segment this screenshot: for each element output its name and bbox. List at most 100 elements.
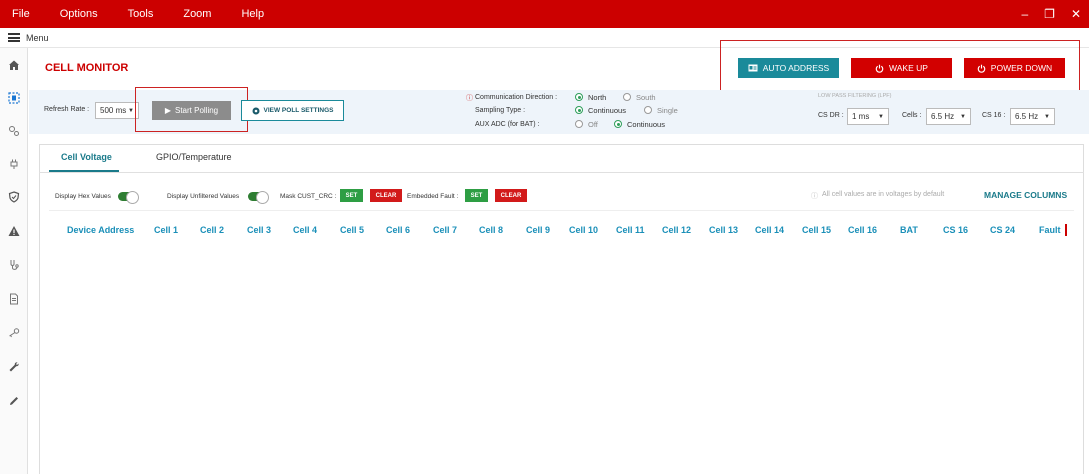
cs16-select[interactable]: 6.5 Hz ▼ (1010, 108, 1055, 125)
minimize-icon[interactable]: – (1021, 7, 1028, 21)
view-poll-settings-label: VIEW POLL SETTINGS (263, 107, 334, 114)
title-bar: File Options Tools Zoom Help – ❐ ✕ (0, 0, 1089, 28)
cells-label: Cells : (902, 112, 922, 119)
radio-single[interactable] (644, 106, 652, 114)
display-unfiltered-toggle[interactable] (248, 191, 269, 204)
tab-gpio-temperature[interactable]: GPIO/Temperature (156, 152, 232, 162)
radio-aux-off[interactable] (575, 120, 583, 128)
radio-north[interactable] (575, 93, 583, 101)
mask-crc-label: Mask CUST_CRC : (280, 193, 337, 200)
caret-down-icon: ▼ (960, 113, 966, 120)
column-header-cell-4: Cell 4 (293, 225, 318, 235)
sampling-type-label: Sampling Type : (475, 107, 526, 114)
tab-divider (39, 172, 1084, 173)
column-header-cell-14: Cell 14 (755, 225, 785, 235)
sidebar (0, 48, 28, 474)
manage-columns-link[interactable]: MANAGE COLUMNS (984, 190, 1067, 200)
warning-icon[interactable] (7, 224, 21, 238)
page-title: CELL MONITOR (45, 62, 129, 74)
plug-icon[interactable] (7, 157, 21, 171)
aux-off-label: Off (588, 120, 598, 129)
mask-crc-clear-button[interactable]: CLEAR (370, 189, 402, 202)
stethoscope-icon[interactable] (7, 258, 21, 272)
radio-aux-continuous[interactable] (614, 120, 622, 128)
column-header-cell-13: Cell 13 (709, 225, 739, 235)
radio-south[interactable] (623, 93, 631, 101)
close-icon[interactable]: ✕ (1071, 7, 1081, 21)
lpf-title: LOW PASS FILTERING (LPF) (818, 93, 892, 99)
column-header-cell-11: Cell 11 (616, 225, 645, 235)
menu-help[interactable]: Help (229, 8, 264, 20)
refresh-rate-select[interactable]: 500 ms ▼ (95, 102, 139, 119)
column-header-cell-5: Cell 5 (340, 225, 365, 235)
aux-adc-label: AUX ADC (for BAT) : (475, 121, 540, 128)
highlight-box-start-polling (135, 87, 248, 132)
column-header-cs-16: CS 16 (943, 225, 969, 235)
eye-icon (252, 107, 260, 114)
embedded-fault-label: Embedded Fault : (407, 193, 459, 200)
display-unfiltered-label: Display Unfiltered Values (167, 193, 240, 200)
cs-dr-value: 1 ms (852, 112, 870, 121)
column-header-cell-12: Cell 12 (662, 225, 692, 235)
info-circle-icon: ⓘ (811, 193, 818, 200)
cell-monitor-icon[interactable] (7, 91, 21, 105)
column-header-cell-9: Cell 9 (526, 225, 551, 235)
column-header-cell-3: Cell 3 (247, 225, 272, 235)
cs-dr-label: CS DR : (818, 112, 844, 119)
radio-continuous[interactable] (575, 106, 583, 114)
refresh-rate-label: Refresh Rate : (44, 106, 90, 113)
column-header-cell-10: Cell 10 (569, 225, 599, 235)
column-header-cell-2: Cell 2 (200, 225, 225, 235)
column-header-cell-16: Cell 16 (848, 225, 878, 235)
column-header-bat: BAT (900, 225, 918, 235)
menu-file[interactable]: File (0, 8, 30, 20)
embedded-fault-clear-button[interactable]: CLEAR (495, 189, 527, 202)
document-icon[interactable] (7, 292, 21, 306)
south-label: South (636, 93, 656, 102)
wrench-icon[interactable] (7, 360, 21, 374)
cs16-value: 6.5 Hz (1015, 112, 1039, 121)
caret-down-icon: ▼ (878, 113, 884, 120)
column-header-cell-1: Cell 1 (154, 225, 179, 235)
main-panel: CELL MONITOR AUTO ADDRESS WAKE UP POWER … (29, 40, 1089, 474)
restore-icon[interactable]: ❐ (1044, 7, 1055, 21)
display-hex-label: Display Hex Values (55, 193, 111, 200)
window-controls: – ❐ ✕ (1021, 0, 1081, 28)
aux-continuous-label: Continuous (627, 120, 665, 129)
menu-label[interactable]: Menu (26, 33, 49, 43)
embedded-fault-set-button[interactable]: SET (465, 189, 488, 202)
continuous-label: Continuous (588, 106, 626, 115)
menu-zoom[interactable]: Zoom (171, 8, 211, 20)
info-note: All cell values are in voltages by defau… (822, 191, 945, 198)
single-label: Single (657, 106, 678, 115)
display-hex-toggle[interactable] (118, 191, 139, 204)
refresh-rate-value: 500 ms (100, 106, 127, 115)
menu-options[interactable]: Options (48, 8, 98, 20)
highlight-box-header-buttons (720, 40, 1080, 96)
comm-direction-label: Communication Direction : (475, 94, 558, 101)
tab-cell-voltage[interactable]: Cell Voltage (61, 152, 112, 162)
row-divider (49, 210, 1074, 211)
column-header-cs-24: CS 24 (990, 225, 1016, 235)
column-header-fault: Fault (1039, 225, 1061, 235)
column-header-cell-15: Cell 15 (802, 225, 832, 235)
hamburger-icon[interactable] (8, 33, 20, 42)
view-poll-settings-button[interactable]: VIEW POLL SETTINGS (241, 100, 344, 121)
pencil-icon[interactable] (7, 394, 21, 408)
cs-dr-select[interactable]: 1 ms ▼ (847, 108, 889, 125)
caret-down-icon: ▼ (1044, 113, 1050, 120)
cells-select[interactable]: 6.5 Hz ▼ (926, 108, 971, 125)
caret-down-icon: ▼ (128, 107, 134, 114)
scroll-indicator (1065, 224, 1067, 236)
cells-value: 6.5 Hz (931, 112, 955, 121)
key-icon[interactable] (7, 326, 21, 340)
shield-icon[interactable] (7, 190, 21, 204)
column-header-cell-7: Cell 7 (433, 225, 458, 235)
gpio-icon[interactable] (7, 124, 21, 138)
menu-tools[interactable]: Tools (116, 8, 154, 20)
mask-crc-set-button[interactable]: SET (340, 189, 363, 202)
info-circle-icon: ⓘ (466, 95, 473, 102)
column-header-cell-6: Cell 6 (386, 225, 411, 235)
home-icon[interactable] (7, 58, 21, 72)
cs16-label: CS 16 : (982, 112, 1006, 119)
